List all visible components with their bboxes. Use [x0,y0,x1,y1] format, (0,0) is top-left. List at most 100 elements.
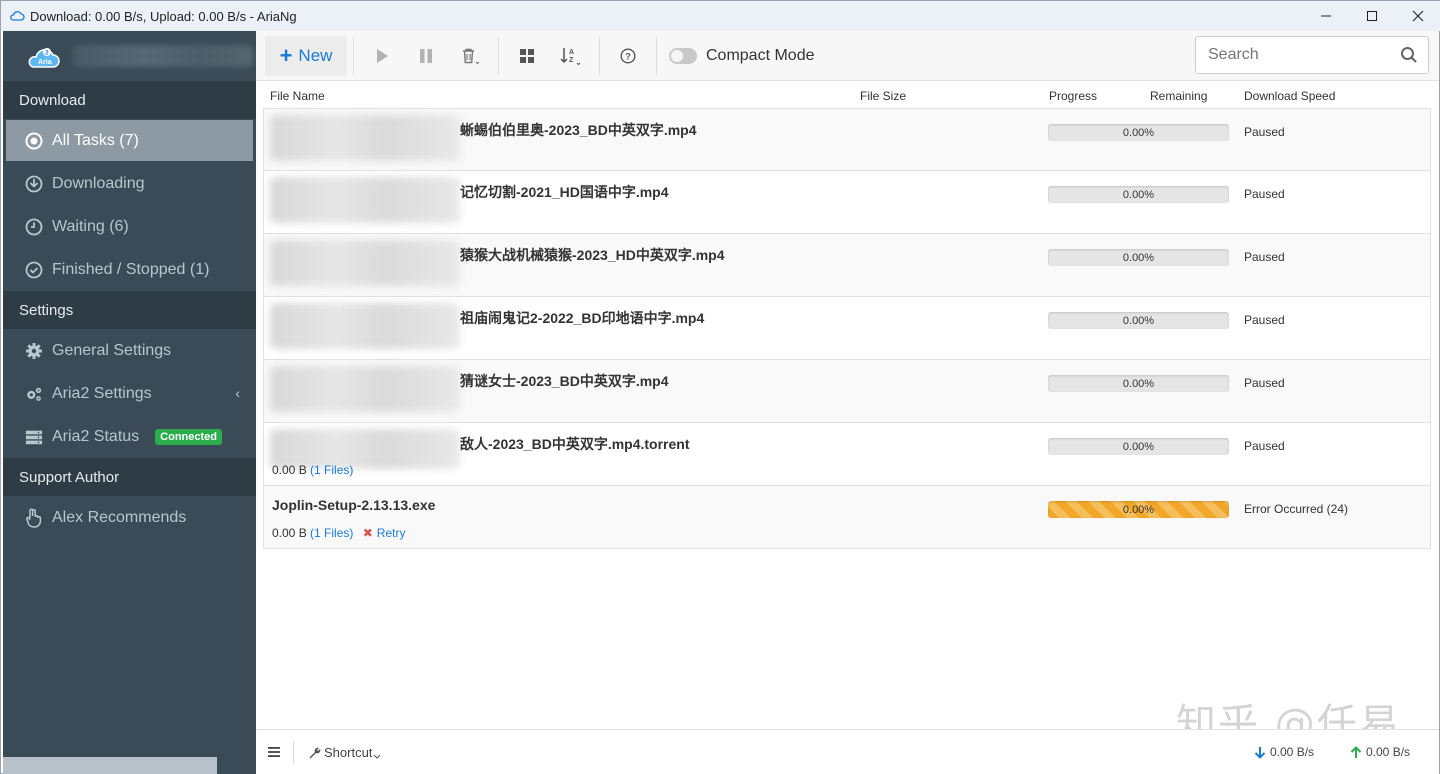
search-icon[interactable] [1400,46,1418,64]
question-circle-icon: ? [620,47,636,64]
sort-alpha-icon: AZ [560,47,581,65]
column-header-progress[interactable]: Progress [1049,89,1097,103]
sort-button[interactable]: AZ [549,36,593,76]
column-header-remaining[interactable]: Remaining [1150,89,1207,103]
task-row[interactable]: 猜谜女士-2023_BD中英双字.mp4 0.00% Paused [263,360,1431,423]
sidebar-item-alex-recommends[interactable]: Alex Recommends [3,496,256,539]
task-status: Paused [1244,125,1285,139]
task-file-name: 猿猴大战机械猿猴-2023_HD中英双字.mp4 [460,247,725,263]
menu-toggle-button[interactable] [267,745,281,762]
task-progress-text: 0.00% [1122,440,1155,453]
sidebar-item-waiting[interactable]: Waiting (6) [3,205,256,248]
task-progress-text: 0.00% [1122,126,1155,139]
upload-speed-value: 0.00 B/s [1366,745,1411,759]
toolbar-divider [599,36,600,75]
download-speed-value: 0.00 B/s [1270,745,1315,759]
section-header-download: Download [3,81,256,119]
task-file-name: 蜥蜴伯伯里奥-2023_BD中英双字.mp4 [460,122,697,138]
sidebar-item-label: Alex Recommends [52,508,187,526]
sidebar-item-aria2-status[interactable]: Aria2 Status Connected [3,415,256,458]
shortcut-label: Shortcut [324,745,373,760]
sidebar-item-all-tasks[interactable]: All Tasks (7) [6,120,253,161]
toolbar: + New AZ ? Compact Mode Search [256,31,1439,81]
task-row[interactable]: 敌人-2023_BD中英双字.mp4.torrent 0.00 B (1 Fil… [263,423,1431,486]
shortcut-button[interactable]: Shortcut [308,745,381,760]
task-progress-bar: 0.00% [1048,249,1229,266]
sidebar-item-general-settings[interactable]: General Settings [3,329,256,372]
sidebar-item-finished-stopped[interactable]: Finished / Stopped (1) [3,248,256,291]
column-header-file-name[interactable]: File Name [270,89,325,103]
task-files-link[interactable]: (1 Files) [310,526,353,540]
start-button[interactable] [360,36,404,76]
arrow-up-icon [1350,745,1362,758]
task-file-name: 敌人-2023_BD中英双字.mp4.torrent [460,436,690,452]
task-row[interactable]: Joplin-Setup-2.13.13.exe 0.00 B (1 Files… [263,486,1431,549]
sidebar-item-downloading[interactable]: Downloading [3,162,256,205]
task-row[interactable]: 猿猴大战机械猿猴-2023_HD中英双字.mp4 0.00% Paused [263,234,1431,297]
pause-button[interactable] [404,36,448,76]
column-header-download-speed[interactable]: Download Speed [1244,89,1335,103]
play-icon [377,48,388,63]
task-row[interactable]: 祖庙闹鬼记2-2022_BD印地语中字.mp4 0.00% Paused [263,297,1431,360]
task-size: 0.00 B [272,526,307,540]
task-status: Paused [1244,187,1285,201]
gear-icon [25,342,43,360]
help-button[interactable]: ? [606,36,650,76]
task-row[interactable]: 蜥蜴伯伯里奥-2023_BD中英双字.mp4 0.00% Paused [263,108,1431,171]
minimize-button[interactable] [1303,1,1349,31]
column-header-file-size[interactable]: File Size [860,89,906,103]
trash-icon [463,48,480,64]
task-file-name: 祖庙闹鬼记2-2022_BD印地语中字.mp4 [460,310,705,326]
server-icon [25,428,43,446]
task-row[interactable]: 记忆切割-2021_HD国语中字.mp4 0.00% Paused [263,171,1431,234]
wrench-icon [309,747,321,759]
svg-text:Z: Z [569,57,574,64]
blurred-text [270,303,460,349]
task-progress-bar-error: 0.00% [1048,501,1229,518]
maximize-button[interactable] [1349,1,1395,31]
blurred-text [270,240,460,286]
new-task-label: New [298,45,333,65]
aria2-logo-icon: Aria 2 [28,48,60,68]
task-progress-text: 0.00% [1122,188,1155,201]
task-size: 0.00 B [272,463,307,477]
sidebar-item-label: All Tasks (7) [52,131,139,149]
task-files-link[interactable]: (1 Files) [310,463,353,477]
search-input[interactable] [1208,46,1388,64]
svg-text:?: ? [625,51,631,61]
sidebar-logo-row: Aria 2 [3,31,256,81]
task-status: Paused [1244,250,1285,264]
sidebar-item-aria2-settings[interactable]: Aria2 Settings ‹ [3,372,256,415]
sidebar-item-label: Aria2 Settings [52,384,152,402]
sidebar-item-label: Waiting (6) [52,217,129,235]
task-status: Paused [1244,439,1285,453]
close-window-button[interactable] [1395,1,1440,31]
svg-text:Aria: Aria [38,59,52,66]
task-list: 蜥蜴伯伯里奥-2023_BD中英双字.mp4 0.00% Paused 记忆切割… [263,108,1431,549]
select-all-button[interactable] [505,36,549,76]
arrow-down-icon [1254,746,1266,759]
section-header-settings: Settings [3,291,256,329]
check-circle-icon [25,261,43,279]
toolbar-divider [656,36,657,75]
horizontal-scrollbar[interactable] [3,757,217,774]
maximize-icon [1367,11,1377,21]
task-progress-text: 0.00% [1122,377,1155,390]
task-file-name: 猜谜女士-2023_BD中英双字.mp4 [460,373,669,389]
retry-link[interactable]: Retry [377,526,406,540]
delete-button[interactable] [448,36,492,76]
blurred-text [270,177,460,223]
blurred-user-info [73,45,253,67]
statusbar-divider [293,742,294,764]
sidebar-item-label: Downloading [52,174,145,192]
sidebar: Aria 2 Download All Tasks (7) Downloadin… [3,31,256,774]
task-progress-bar: 0.00% [1048,186,1229,203]
window-title: Download: 0.00 B/s, Upload: 0.00 B/s - A… [30,8,297,24]
search-box [1195,36,1429,74]
compact-mode-label: Compact Mode [706,46,815,64]
task-progress-text: 0.00% [1122,314,1155,327]
hand-peace-icon [25,508,43,528]
new-task-button[interactable]: + New [265,35,347,76]
compact-mode-toggle[interactable] [669,47,697,64]
main-content: + New AZ ? Compact Mode Search File Name… [256,31,1439,774]
